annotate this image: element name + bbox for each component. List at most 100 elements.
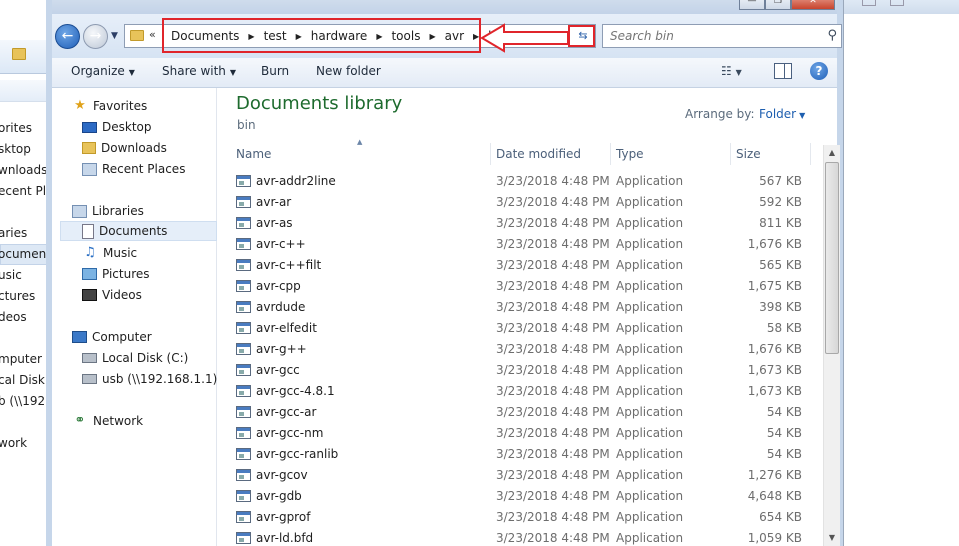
file-row[interactable]: avr-ld.bfd 3/23/2018 4:48 PM Application 1,… (232, 529, 817, 546)
file-size: 1,675 KB (747, 279, 802, 293)
window-controls: — ❐ ✕ (739, 0, 835, 10)
sidebar-item-music[interactable]: ♫ Music (82, 243, 137, 263)
file-row[interactable]: avr-gprof 3/23/2018 4:48 PM Application 654… (232, 508, 817, 529)
sidebar-item-usb[interactable]: usb (\\192.168.1.1) (Z (82, 369, 234, 389)
scroll-up-icon[interactable]: ▲ (824, 145, 840, 161)
close-button[interactable]: ✕ (791, 0, 835, 10)
file-row[interactable]: avr-gcc-nm 3/23/2018 4:48 PM Application 54… (232, 424, 817, 445)
annotation-highlight-box (568, 25, 595, 47)
sidebar-item-favorites[interactable]: ★ Favorites (72, 96, 147, 116)
sidebar-item-network[interactable]: ⚭ Network (72, 411, 144, 431)
sidebar-item-recent-places[interactable]: Recent Places (82, 159, 185, 179)
background-window-right (843, 0, 959, 546)
chevron-down-icon: ▼ (799, 111, 806, 120)
file-row[interactable]: avr-cpp 3/23/2018 4:48 PM Application 1,675… (232, 277, 817, 298)
vertical-scrollbar[interactable]: ▲ ▼ (823, 145, 840, 546)
file-date-modified: 3/23/2018 4:48 PM (496, 405, 610, 419)
library-subtitle: bin (237, 118, 256, 132)
sidebar-item-label: usb (\\192.168.1.1) (Z (102, 372, 234, 386)
file-row[interactable]: avr-elfedit 3/23/2018 4:48 PM Application 5… (232, 319, 817, 340)
videos-icon (82, 289, 97, 301)
file-type: Application (616, 510, 684, 524)
application-icon (236, 385, 251, 397)
file-date-modified: 3/23/2018 4:48 PM (496, 510, 610, 524)
arrange-by-dropdown[interactable]: Folder ▼ (759, 107, 805, 121)
file-name: avr-c++ (256, 237, 306, 251)
change-view-button[interactable]: ☷ ▼ (721, 64, 742, 78)
search-icon[interactable]: ⚲ (827, 28, 837, 43)
file-date-modified: 3/23/2018 4:48 PM (496, 195, 610, 209)
recent-pages-dropdown[interactable]: ▼ (111, 31, 118, 41)
window-button-icon (862, 0, 876, 6)
file-row[interactable]: avr-gcc 3/23/2018 4:48 PM Application 1,673… (232, 361, 817, 382)
back-button[interactable]: ← (55, 24, 80, 49)
window-button-icon (890, 0, 904, 6)
file-row[interactable]: avr-gcc-ar 3/23/2018 4:48 PM Application 54… (232, 403, 817, 424)
file-size: 54 KB (766, 405, 802, 419)
application-icon (236, 301, 251, 313)
new-folder-button[interactable]: New folder (316, 64, 381, 78)
file-row[interactable]: avr-c++filt 3/23/2018 4:48 PM Application 5… (232, 256, 817, 277)
sidebar-item-desktop[interactable]: Desktop (82, 117, 152, 137)
preview-pane-button[interactable] (774, 63, 792, 79)
sidebar-item-local-disk[interactable]: Local Disk (C:) (82, 348, 188, 368)
application-icon (236, 175, 251, 187)
organize-button[interactable]: Organize ▼ (71, 64, 135, 78)
file-size: 54 KB (766, 447, 802, 461)
sidebar-item-computer[interactable]: Computer (72, 327, 152, 347)
sidebar-item-pictures[interactable]: Pictures (82, 264, 150, 284)
application-icon (236, 217, 251, 229)
application-icon (236, 490, 251, 502)
file-row[interactable]: avr-addr2line 3/23/2018 4:48 PM Applicatio… (232, 172, 817, 193)
application-icon (236, 259, 251, 271)
sidebar-item-label: Network (93, 414, 144, 428)
scrollbar-thumb[interactable] (825, 162, 839, 354)
file-size: 1,276 KB (747, 468, 802, 482)
burn-button[interactable]: Burn (261, 64, 289, 78)
background-item: b (\\192. (0, 394, 49, 408)
maximize-button[interactable]: ❐ (765, 0, 791, 10)
scroll-down-icon[interactable]: ▼ (824, 530, 840, 546)
minimize-button[interactable]: — (739, 0, 765, 10)
sidebar-item-label: Recent Places (102, 162, 186, 176)
file-name: avr-ld.bfd (256, 531, 314, 545)
file-row[interactable]: avr-gcov 3/23/2018 4:48 PM Application 1,27… (232, 466, 817, 487)
file-type: Application (616, 237, 684, 251)
sidebar-item-downloads[interactable]: Downloads (82, 138, 167, 158)
file-size: 54 KB (766, 426, 802, 440)
arrange-by-label: Arrange by: (685, 107, 755, 121)
background-item: ocument (0, 247, 51, 261)
sidebar-item-label: Favorites (93, 99, 148, 113)
application-icon (236, 238, 251, 250)
file-row[interactable]: avr-c++ 3/23/2018 4:48 PM Application 1,676… (232, 235, 817, 256)
folder-icon (130, 30, 144, 41)
file-date-modified: 3/23/2018 4:48 PM (496, 342, 610, 356)
file-row[interactable]: avr-g++ 3/23/2018 4:48 PM Application 1,676… (232, 340, 817, 361)
file-size: 4,648 KB (747, 489, 802, 503)
search-input[interactable] (603, 25, 818, 47)
network-icon: ⚭ (74, 413, 86, 428)
application-icon (236, 406, 251, 418)
share-with-button[interactable]: Share with ▼ (162, 64, 236, 78)
file-date-modified: 3/23/2018 4:48 PM (496, 321, 610, 335)
title-bar (52, 0, 837, 14)
sidebar-item-libraries[interactable]: Libraries (72, 201, 144, 221)
organize-label: Organize (71, 64, 125, 78)
column-header-date-modified[interactable]: Date modified (491, 143, 611, 165)
column-header-type[interactable]: Type (611, 143, 731, 165)
file-row[interactable]: avr-ar 3/23/2018 4:48 PM Application 592 KB (232, 193, 817, 214)
column-header-name[interactable]: Name (231, 143, 491, 165)
file-row[interactable]: avr-gcc-ranlib 3/23/2018 4:48 PM Applicati… (232, 445, 817, 466)
file-type: Application (616, 258, 684, 272)
forward-button[interactable]: → (83, 24, 108, 49)
file-row[interactable]: avr-as 3/23/2018 4:48 PM Application 811 KB (232, 214, 817, 235)
file-row[interactable]: avrdude 3/23/2018 4:48 PM Application 398 K… (232, 298, 817, 319)
breadcrumb-overflow[interactable]: « (149, 28, 156, 41)
file-name: avr-addr2line (256, 174, 336, 188)
file-row[interactable]: avr-gcc-4.8.1 3/23/2018 4:48 PM Applicatio… (232, 382, 817, 403)
sidebar-item-documents[interactable]: Documents (60, 221, 217, 241)
column-header-size[interactable]: Size (731, 143, 811, 165)
file-row[interactable]: avr-gdb 3/23/2018 4:48 PM Application 4,648… (232, 487, 817, 508)
sidebar-item-videos[interactable]: Videos (82, 285, 142, 305)
help-button[interactable]: ? (810, 62, 828, 80)
